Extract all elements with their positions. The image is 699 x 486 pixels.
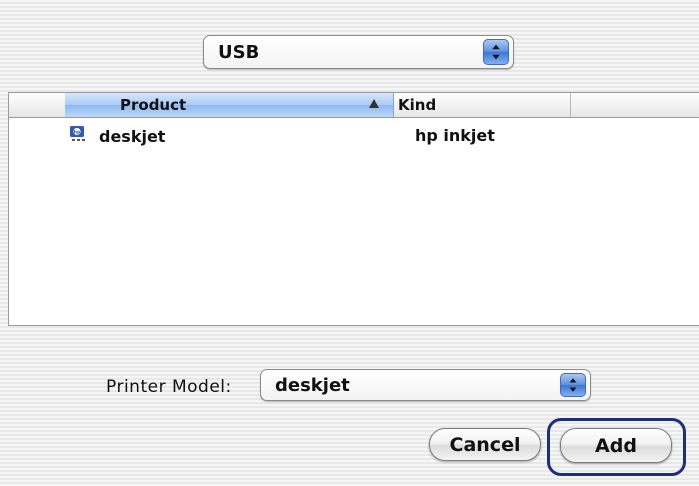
column-header-kind-label: Kind (398, 96, 437, 114)
product-name: deskjet (99, 127, 166, 146)
popup-stepper-icon[interactable] (483, 39, 509, 65)
sort-ascending-icon (369, 99, 379, 108)
column-header-kind[interactable]: Kind (394, 93, 571, 117)
hp-printer-icon: hp (70, 126, 85, 141)
table-row[interactable]: hp deskjet hp inkjet (9, 125, 699, 149)
popup-stepper-icon[interactable] (560, 373, 586, 397)
column-header-blank (9, 93, 66, 117)
connection-type-popup[interactable]: USB (203, 35, 514, 69)
cancel-button[interactable]: Cancel (429, 428, 541, 461)
printer-model-value: deskjet (275, 374, 350, 396)
add-button[interactable]: Add (560, 428, 672, 463)
printer-list-table: Product Kind hp deskjet hp inkjet (8, 92, 699, 326)
column-header-product-label: Product (120, 96, 187, 114)
connection-type-value: USB (218, 41, 260, 63)
svg-text:hp: hp (74, 129, 81, 135)
product-kind: hp inkjet (415, 126, 495, 145)
table-header: Product Kind (9, 93, 699, 118)
column-header-product[interactable]: Product (65, 93, 394, 117)
printer-model-popup[interactable]: deskjet (260, 369, 591, 401)
printer-model-label: Printer Model: (106, 377, 232, 397)
